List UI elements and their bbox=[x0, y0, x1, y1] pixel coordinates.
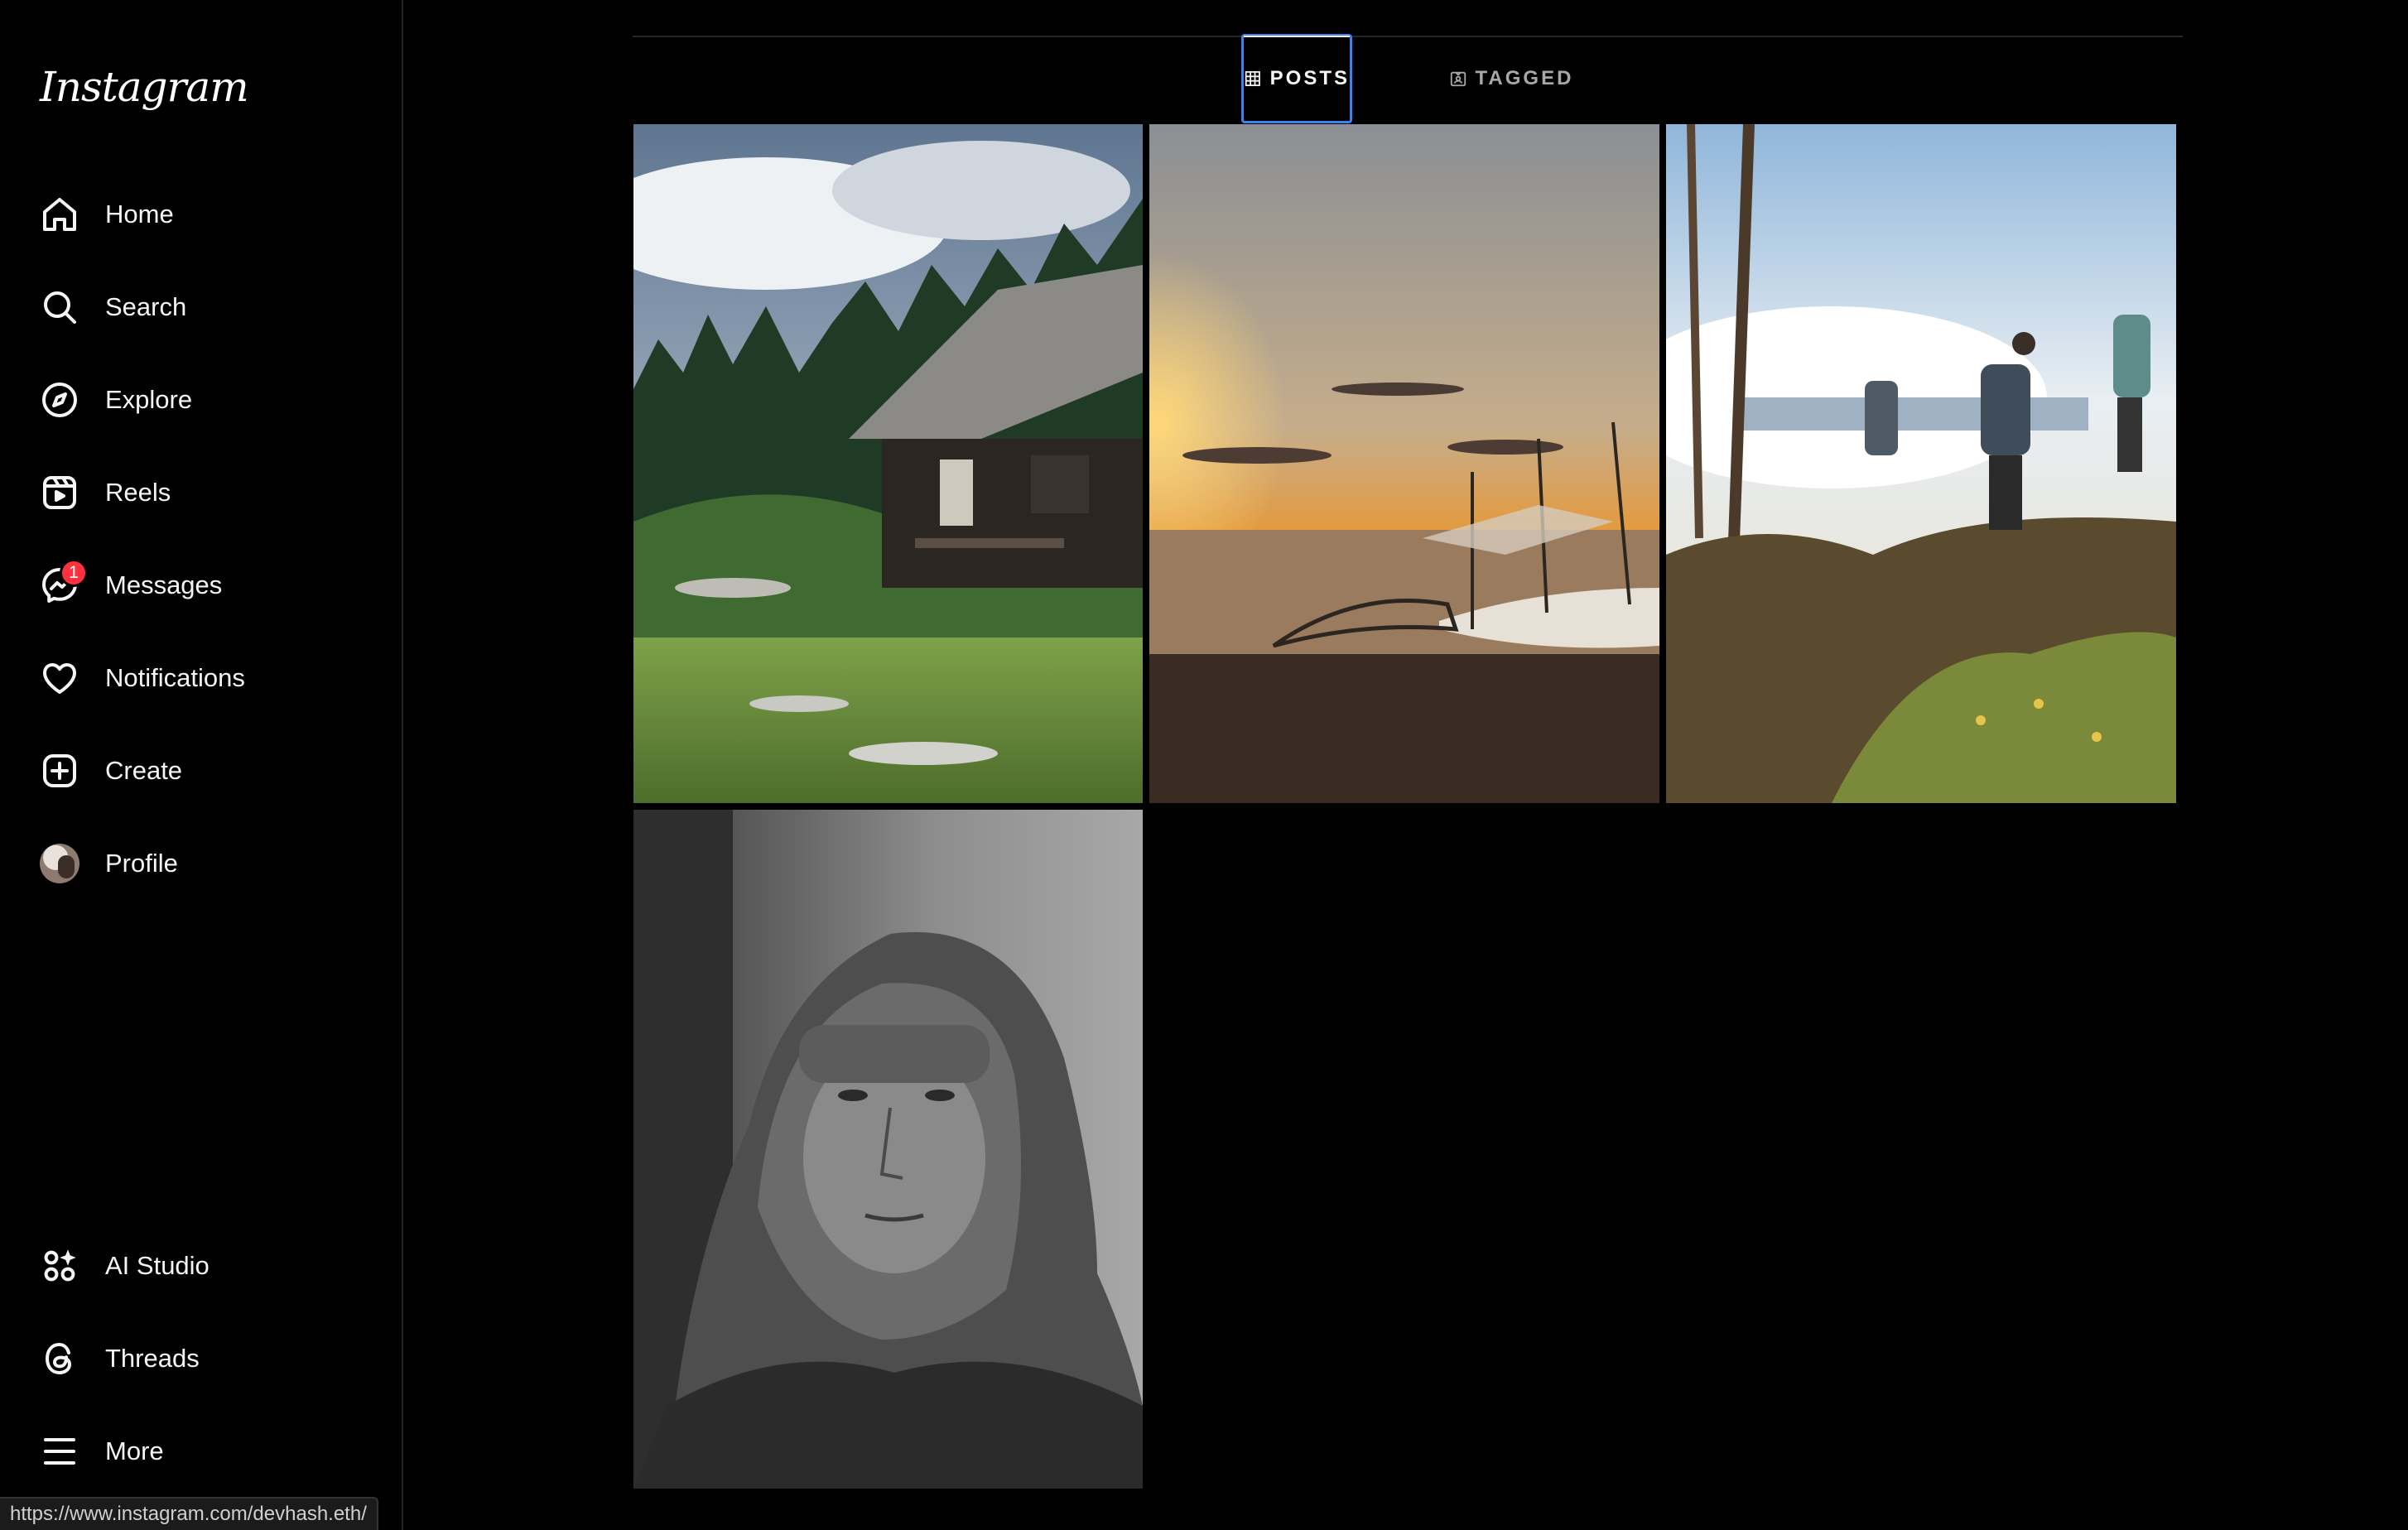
post-thumbnail-hikers[interactable] bbox=[1666, 124, 2176, 803]
sidebar-item-label: Messages bbox=[105, 570, 223, 599]
sidebar-item-search[interactable]: Search bbox=[30, 267, 378, 347]
sidebar-item-label: Home bbox=[105, 200, 174, 229]
sidebar-item-label: Create bbox=[105, 756, 183, 785]
plus-square-icon bbox=[30, 741, 89, 801]
status-bar-url: https://www.instagram.com/devhash.eth/ bbox=[0, 1497, 378, 1530]
sidebar-item-profile[interactable]: Profile bbox=[30, 824, 378, 903]
grid-icon bbox=[1245, 70, 1260, 87]
instagram-logo[interactable]: Instagram bbox=[40, 63, 249, 111]
sidebar-item-threads[interactable]: Threads bbox=[30, 1319, 378, 1398]
threads-icon bbox=[30, 1329, 89, 1388]
sidebar: Instagram Home Search Explore Reels 1 Me… bbox=[0, 0, 403, 1530]
heart-icon bbox=[30, 648, 89, 708]
sidebar-item-create[interactable]: Create bbox=[30, 731, 378, 811]
sidebar-item-label: Notifications bbox=[105, 663, 245, 692]
compass-icon bbox=[30, 370, 89, 430]
tabs-divider bbox=[633, 36, 2183, 37]
tag-icon bbox=[1450, 71, 1466, 87]
sidebar-item-explore[interactable]: Explore bbox=[30, 360, 378, 440]
sidebar-item-ai-studio[interactable]: AI Studio bbox=[30, 1226, 378, 1306]
reels-icon bbox=[30, 463, 89, 522]
tab-posts[interactable]: POSTS bbox=[1241, 34, 1352, 123]
sidebar-item-label: More bbox=[105, 1436, 164, 1465]
menu-icon bbox=[30, 1422, 89, 1481]
messenger-icon: 1 bbox=[30, 556, 89, 615]
home-icon bbox=[30, 185, 89, 244]
sidebar-item-messages[interactable]: 1 Messages bbox=[30, 546, 378, 625]
sidebar-item-label: AI Studio bbox=[105, 1251, 209, 1280]
notification-badge: 1 bbox=[60, 559, 88, 587]
sidebar-item-label: Profile bbox=[105, 849, 178, 878]
post-thumbnail-portrait[interactable] bbox=[633, 810, 1143, 1489]
sidebar-item-reels[interactable]: Reels bbox=[30, 453, 378, 532]
sidebar-item-label: Reels bbox=[105, 478, 171, 507]
post-thumbnail-mountain-cabin[interactable] bbox=[633, 124, 1143, 803]
sidebar-item-more[interactable]: More bbox=[30, 1412, 378, 1491]
avatar bbox=[40, 844, 79, 883]
profile-icon bbox=[30, 834, 89, 893]
tab-label: TAGGED bbox=[1475, 67, 1574, 89]
post-thumbnail-sunset-boat[interactable] bbox=[1149, 124, 1659, 803]
tab-tagged[interactable]: TAGGED bbox=[1441, 34, 1582, 123]
sidebar-item-label: Threads bbox=[105, 1344, 200, 1373]
ai-studio-icon bbox=[30, 1236, 89, 1296]
sidebar-item-home[interactable]: Home bbox=[30, 175, 378, 254]
sidebar-item-label: Search bbox=[105, 292, 187, 321]
search-icon bbox=[30, 277, 89, 337]
sidebar-item-label: Explore bbox=[105, 385, 193, 414]
sidebar-item-notifications[interactable]: Notifications bbox=[30, 638, 378, 718]
tab-label: POSTS bbox=[1269, 67, 1350, 89]
